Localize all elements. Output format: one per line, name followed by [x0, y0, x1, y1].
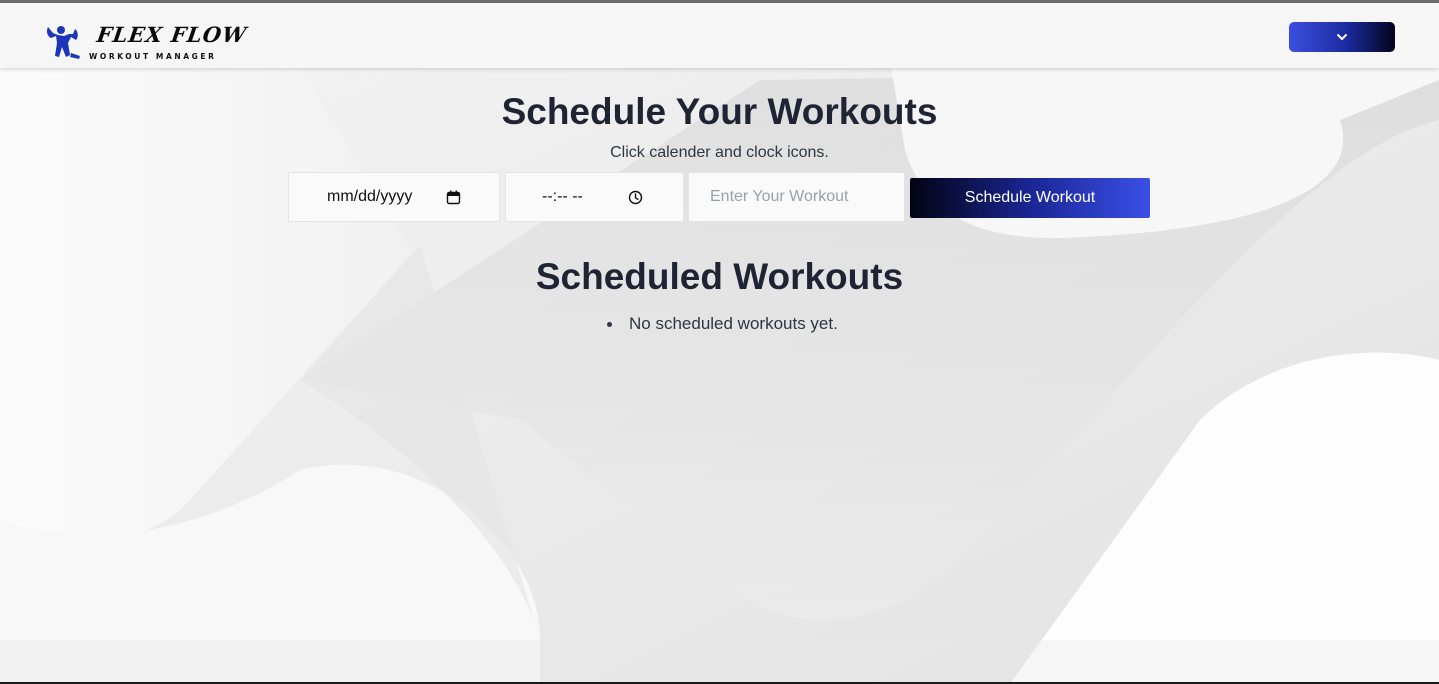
page-title: Schedule Your Workouts	[501, 91, 938, 132]
brand-name: FLEX FLOW	[95, 22, 249, 47]
date-input-value: mm/dd/yyyy	[327, 188, 413, 205]
brand-logo[interactable]: FLEX FLOW WORKOUT MANAGER	[42, 22, 249, 63]
window-top-edge	[0, 0, 1439, 3]
calendar-icon[interactable]	[446, 190, 461, 205]
bodybuilder-icon	[47, 26, 80, 59]
scheduled-workouts-list: No scheduled workouts yet.	[600, 313, 900, 335]
chevron-down-icon	[1337, 34, 1347, 40]
schedule-workout-button[interactable]: Schedule Workout	[910, 178, 1150, 218]
brand-tagline: WORKOUT MANAGER	[89, 52, 217, 61]
workout-field[interactable]	[688, 172, 905, 222]
page-subtitle: Click calender and clock icons.	[610, 144, 829, 161]
date-input[interactable]: mm/dd/yyyy	[288, 172, 500, 222]
list-item: No scheduled workouts yet.	[600, 313, 900, 335]
clock-icon[interactable]	[628, 190, 643, 205]
time-input[interactable]: --:-- --	[505, 172, 684, 222]
scheduled-workouts-title: Scheduled Workouts	[535, 256, 904, 297]
time-input-value: --:-- --	[542, 188, 583, 205]
menu-dropdown-button[interactable]	[1289, 22, 1395, 52]
navbar: FLEX FLOW WORKOUT MANAGER	[0, 3, 1439, 68]
workout-input[interactable]	[710, 188, 890, 206]
